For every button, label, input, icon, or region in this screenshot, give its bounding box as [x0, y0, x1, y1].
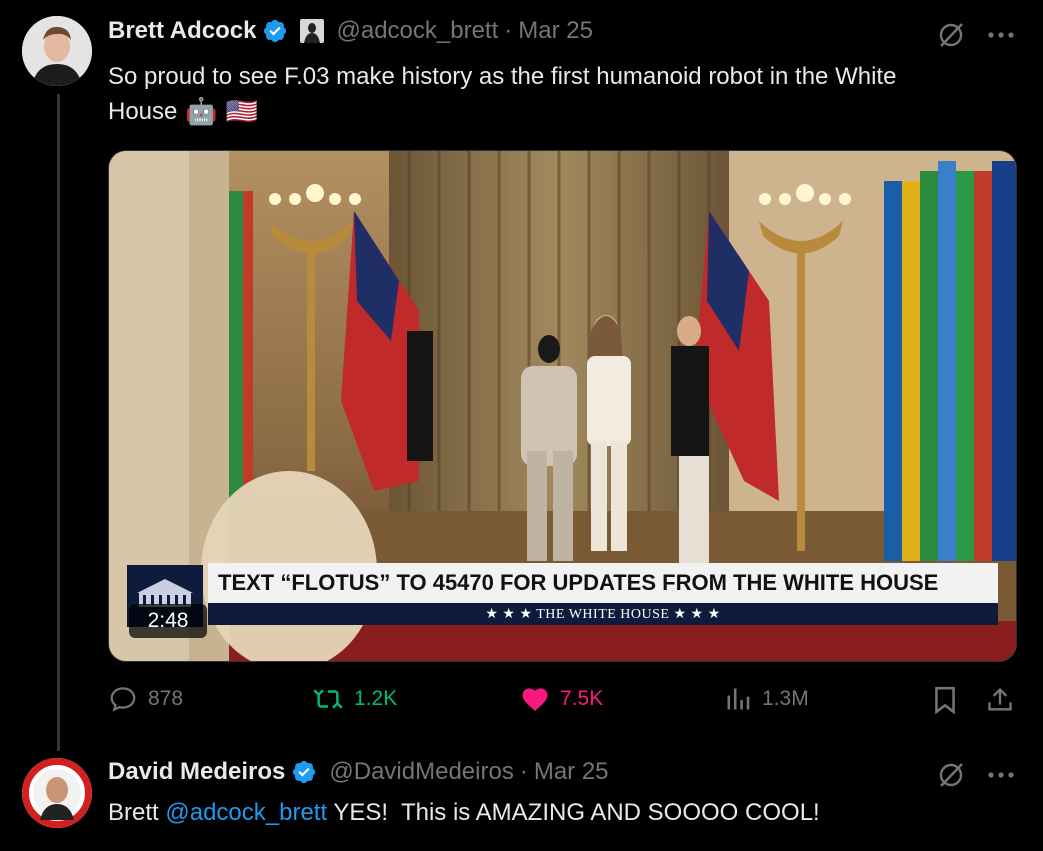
grok-icon[interactable]: [934, 758, 968, 792]
verified-badge-icon: [293, 760, 316, 784]
reply-count: 878: [148, 687, 184, 710]
reply-button[interactable]: 878: [108, 684, 183, 714]
more-icon[interactable]: [984, 20, 1018, 50]
author-handle[interactable]: @adcock_brett: [336, 17, 498, 45]
repost-count: 1.2K: [354, 687, 398, 710]
tweet-text-suffix: YES! This is AMAZING AND SOOOO COOL!: [327, 799, 820, 826]
views-count: 1.3M: [762, 687, 809, 710]
tweet-text: Brett @adcock_brett YES! This is AMAZING…: [108, 795, 820, 830]
tweet-header: David Medeiros @DavidMedeiros · Mar 25: [108, 758, 609, 786]
video-banner-subtitle: ★ ★ ★ THE WHITE HOUSE ★ ★ ★: [208, 603, 998, 625]
author-handle[interactable]: @DavidMedeiros: [329, 758, 513, 786]
thread-connector-line: [57, 94, 60, 751]
video-banner-text: TEXT “FLOTUS” TO 45470 FOR UPDATES FROM …: [208, 563, 998, 603]
views-icon: [727, 688, 750, 710]
tweet-date[interactable]: Mar 25: [518, 17, 593, 45]
tweet-header: Brett Adcock @adcock_brett · Mar 25: [108, 17, 593, 45]
like-count: 7.5K: [560, 687, 604, 710]
avatar[interactable]: [22, 16, 92, 86]
grok-icon[interactable]: [934, 18, 968, 52]
us-flag-emoji: 🇺🇸: [225, 96, 259, 126]
heart-icon: [522, 688, 548, 711]
avatar[interactable]: [22, 758, 92, 828]
reply-icon: [110, 687, 136, 712]
author-name[interactable]: David Medeiros: [108, 758, 285, 786]
repost-icon: [313, 689, 343, 709]
more-icon[interactable]: [984, 760, 1018, 790]
bookmark-icon[interactable]: [929, 684, 961, 716]
tweet-text-prefix: Brett: [108, 799, 166, 826]
video-duration: 2:48: [129, 604, 207, 638]
tweet-text-line2: House: [108, 98, 178, 125]
separator-dot: ·: [519, 758, 528, 785]
tweet-date[interactable]: Mar 25: [534, 758, 609, 786]
affiliate-badge-icon[interactable]: [300, 19, 325, 43]
robot-emoji: 🤖: [185, 96, 218, 126]
mention-link[interactable]: @adcock_brett: [165, 799, 327, 826]
repost-button[interactable]: 1.2K: [312, 684, 397, 714]
avatar-portrait-image: [22, 16, 92, 86]
avatar-portrait-image: [22, 758, 92, 828]
separator-dot: ·: [504, 17, 513, 44]
author-name[interactable]: Brett Adcock: [108, 17, 256, 45]
tweet-text-line1: So proud to see F.03 make history as the…: [108, 63, 897, 90]
tweet-text: So proud to see F.03 make history as the…: [108, 59, 1018, 129]
verified-badge-icon: [264, 19, 287, 43]
share-icon[interactable]: [984, 684, 1016, 716]
views-button[interactable]: 1.3M: [724, 684, 809, 714]
like-button[interactable]: 7.5K: [520, 684, 603, 714]
